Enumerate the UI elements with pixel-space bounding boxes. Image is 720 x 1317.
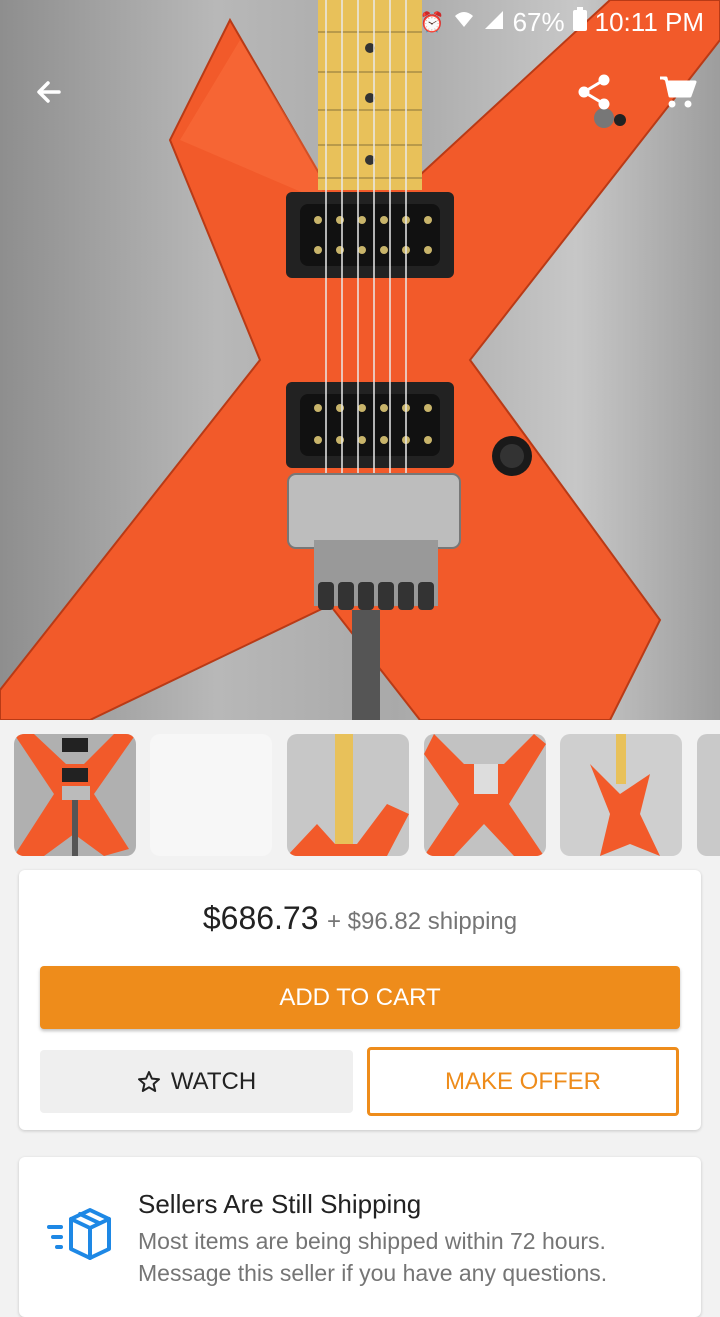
share-button[interactable]: [562, 60, 626, 124]
price: $686.73: [202, 900, 319, 936]
battery-icon: [572, 7, 587, 37]
cart-icon: [660, 76, 697, 108]
thumbnail-image: [14, 734, 136, 856]
thumbnail-6[interactable]: [697, 734, 720, 856]
product-image[interactable]: ⏰ 67% 10:11 PM: [0, 0, 720, 720]
add-to-cart-button[interactable]: ADD TO CART: [40, 966, 680, 1029]
signal-icon: [483, 9, 505, 35]
shipping-box-icon: [47, 1208, 111, 1260]
watch-label: WATCH: [170, 1067, 257, 1095]
notice-body: Most items are being shipped within 72 h…: [138, 1228, 608, 1286]
notice-title: Sellers Are Still Shipping: [138, 1189, 422, 1219]
thumbnail-image: [424, 734, 546, 856]
battery-percent: 67%: [512, 6, 565, 37]
thumbnail-3[interactable]: [287, 734, 409, 856]
make-offer-button[interactable]: MAKE OFFER: [367, 1047, 679, 1116]
thumbnail-2[interactable]: [150, 734, 272, 856]
thumbnail-5[interactable]: [560, 734, 682, 856]
shipping-cost: + $96.82 shipping: [326, 908, 518, 935]
cart-button[interactable]: [646, 60, 710, 124]
thumbnail-strip: [0, 720, 720, 870]
clock: 10:11 PM: [594, 6, 704, 37]
thumbnail-4[interactable]: [424, 734, 546, 856]
status-bar: ⏰ 67% 10:11 PM: [0, 0, 720, 44]
alarm-icon: ⏰: [419, 11, 445, 34]
price-row: $686.73 + $96.82 shipping: [19, 900, 701, 937]
make-offer-label: MAKE OFFER: [444, 1067, 601, 1095]
thumbnail-image: [287, 734, 409, 856]
share-icon: [578, 74, 610, 110]
back-button[interactable]: [17, 60, 81, 124]
wifi-icon: [453, 9, 475, 35]
back-arrow-icon: [37, 81, 61, 103]
star-icon: [137, 1070, 160, 1092]
top-nav: [0, 60, 720, 124]
add-to-cart-label: ADD TO CART: [279, 983, 441, 1011]
purchase-card: $686.73 + $96.82 shipping ADD TO CART WA…: [19, 870, 701, 1130]
watch-button[interactable]: WATCH: [40, 1050, 353, 1113]
thumbnail-image: [590, 734, 660, 856]
thumbnail-1[interactable]: [14, 734, 136, 856]
shipping-notice-card: Sellers Are Still Shipping Most items ar…: [19, 1157, 701, 1317]
